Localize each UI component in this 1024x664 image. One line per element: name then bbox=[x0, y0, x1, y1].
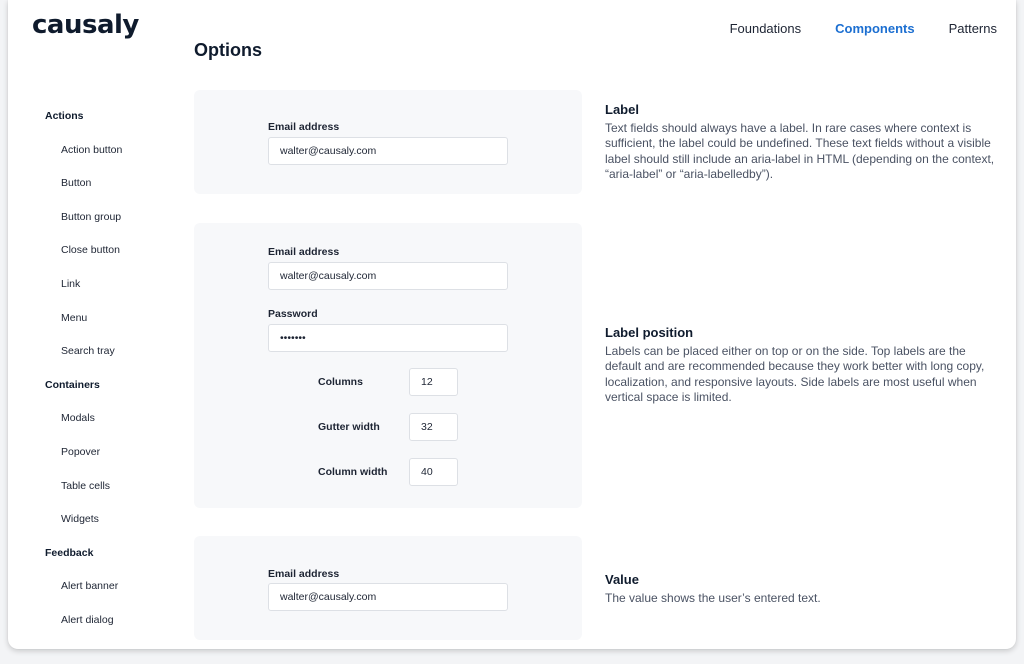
value-example-panel: Email address walter@causaly.com bbox=[194, 536, 582, 640]
page-card: causaly Foundations Components Patterns … bbox=[8, 0, 1016, 649]
label-position-example-panel: Email address walter@causaly.com Passwor… bbox=[194, 223, 582, 508]
value-body: The value shows the user’s entered text. bbox=[605, 591, 821, 605]
top-navigation: Foundations Components Patterns bbox=[696, 21, 1016, 36]
causaly-logo[interactable]: causaly bbox=[32, 10, 139, 40]
label-position-description: Label position Labels can be placed eith… bbox=[605, 325, 995, 406]
columns-input[interactable]: 12 bbox=[409, 368, 458, 396]
nav-foundations[interactable]: Foundations bbox=[730, 21, 802, 36]
nav-components[interactable]: Components bbox=[835, 21, 914, 36]
nav-patterns[interactable]: Patterns bbox=[949, 21, 997, 36]
email-input[interactable]: walter@causaly.com bbox=[268, 137, 508, 165]
sidebar-item-alert-banner[interactable]: Alert banner bbox=[45, 578, 185, 612]
value-heading: Value bbox=[605, 572, 639, 587]
label-body: Text fields should always have a label. … bbox=[605, 121, 995, 182]
columns-label: Columns bbox=[318, 376, 363, 388]
gutter-width-label: Gutter width bbox=[318, 421, 380, 433]
email-label: Email address bbox=[268, 568, 340, 580]
sidebar-item-alert-dialog[interactable]: Alert dialog bbox=[45, 612, 185, 646]
email-label: Email address bbox=[268, 121, 340, 133]
sidebar-item-table-cells[interactable]: Table cells bbox=[45, 478, 185, 512]
email-input[interactable]: walter@causaly.com bbox=[268, 262, 508, 290]
password-label: Password bbox=[268, 308, 318, 320]
sidebar-item-link[interactable]: Link bbox=[45, 276, 185, 310]
page-title: Options bbox=[194, 40, 262, 60]
password-input[interactable]: ••••••• bbox=[268, 324, 508, 352]
sidebar-item-popover[interactable]: Popover bbox=[45, 444, 185, 478]
sidebar-item-button[interactable]: Button bbox=[45, 175, 185, 209]
label-position-heading: Label position bbox=[605, 325, 694, 340]
sidebar-item-widgets[interactable]: Widgets bbox=[45, 511, 185, 545]
sidebar-group-actions: Actions bbox=[45, 110, 84, 122]
label-heading: Label bbox=[605, 102, 639, 117]
email-input[interactable]: walter@causaly.com bbox=[268, 583, 508, 611]
value-description: Value The value shows the user’s entered… bbox=[605, 572, 995, 606]
sidebar-item-button-group[interactable]: Button group bbox=[45, 209, 185, 243]
sidebar-item-action-button[interactable]: Action button bbox=[45, 142, 185, 176]
label-position-body: Labels can be placed either on top or on… bbox=[605, 344, 985, 405]
label-example-panel: Email address walter@causaly.com bbox=[194, 90, 582, 194]
column-width-input[interactable]: 40 bbox=[409, 458, 458, 486]
sidebar-item-close-button[interactable]: Close button bbox=[45, 242, 185, 276]
sidebar-item-menu[interactable]: Menu bbox=[45, 310, 185, 344]
sidebar-group-feedback: Feedback bbox=[45, 546, 94, 559]
gutter-width-input[interactable]: 32 bbox=[409, 413, 458, 441]
sidebar-item-search-tray[interactable]: Search tray bbox=[45, 343, 185, 377]
sidebar-group-containers: Containers bbox=[45, 378, 100, 391]
sidebar-item-modals[interactable]: Modals bbox=[45, 410, 185, 444]
email-label: Email address bbox=[268, 246, 340, 258]
sidebar: Actions Action button Button Button grou… bbox=[45, 108, 185, 646]
label-description: Label Text fields should always have a l… bbox=[605, 102, 995, 183]
column-width-label: Column width bbox=[318, 466, 388, 478]
